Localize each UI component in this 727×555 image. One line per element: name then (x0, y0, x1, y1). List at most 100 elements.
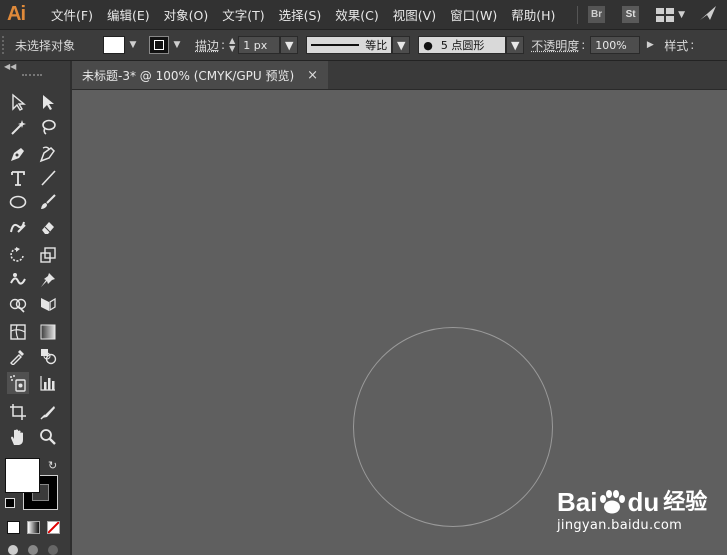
profile-label: 等比 (365, 39, 388, 52)
chevron-down-icon[interactable]: ▼ (125, 37, 141, 53)
selection-tool-icon[interactable] (7, 91, 29, 113)
direct-selection-tool-icon[interactable] (37, 91, 59, 113)
workspace-switcher-button[interactable]: ▼ (656, 7, 685, 22)
ellipse-tool-icon[interactable] (7, 191, 29, 213)
menu-object[interactable]: 对象(O) (157, 5, 216, 24)
selection-status: 未选择对象 (15, 38, 76, 53)
symbol-sprayer-tool-icon[interactable] (7, 372, 29, 394)
ellipse-shape[interactable] (353, 327, 553, 527)
opacity-input[interactable]: 100% (590, 36, 641, 54)
document-tab-title: 未标题-3* @ 100% (CMYK/GPU 预览) (82, 68, 295, 83)
gradient-mode-button[interactable] (27, 521, 40, 534)
style-label: 样式 (664, 38, 689, 53)
document-tab[interactable]: 未标题-3* @ 100% (CMYK/GPU 预览) × (72, 61, 328, 89)
tools-panel: ◀◀ ↻ (0, 61, 72, 555)
brush-label: 5 点圆形 (440, 39, 485, 52)
chevron-down-icon: ▼ (678, 9, 685, 20)
warp-tool-icon[interactable] (7, 269, 29, 291)
menu-effect[interactable]: 效果(C) (328, 5, 385, 24)
scale-tool-icon[interactable] (37, 244, 59, 266)
zoom-tool-icon[interactable] (37, 426, 59, 448)
profile-dropdown[interactable]: ▼ (392, 36, 411, 54)
opacity-label[interactable]: 不透明度 (531, 37, 579, 54)
none-mode-button[interactable] (47, 521, 60, 534)
eyedropper-tool-icon[interactable] (7, 345, 29, 367)
chevron-down-icon[interactable]: ▼ (229, 45, 235, 53)
stroke-weight-input[interactable]: 1 px (238, 36, 281, 54)
brush-definition-select[interactable]: ● 5 点圆形 (418, 36, 507, 54)
draw-normal-icon[interactable] (8, 545, 18, 555)
bridge-button[interactable]: Br (588, 6, 606, 23)
panel-collapse-icon[interactable]: ◀◀ (4, 62, 16, 71)
watermark-product: 经验 (663, 489, 708, 514)
variable-width-profile-select[interactable]: 等比 (306, 36, 393, 54)
paintbrush-tool-icon[interactable] (37, 191, 59, 213)
rotate-tool-icon[interactable] (7, 244, 29, 266)
menu-type[interactable]: 文字(T) (215, 5, 271, 24)
column-graph-tool-icon[interactable] (37, 372, 59, 394)
arrange-documents-icon (656, 7, 675, 22)
send-icon[interactable] (699, 5, 717, 25)
watermark-brand-suffix: du (627, 487, 660, 517)
profile-line-preview (311, 44, 360, 46)
colon: : (221, 38, 226, 52)
shape-builder-tool-icon[interactable] (7, 293, 29, 315)
brush-dot-icon: ● (423, 38, 433, 52)
type-tool-icon[interactable] (7, 167, 29, 189)
stroke-weight-dropdown[interactable]: ▼ (280, 36, 299, 54)
curvature-tool-icon[interactable] (37, 143, 59, 165)
perspective-grid-tool-icon[interactable] (37, 293, 59, 315)
swap-fill-stroke-icon[interactable]: ↻ (48, 459, 57, 472)
draw-inside-icon[interactable] (48, 545, 58, 555)
app-logo: Ai (7, 3, 26, 25)
control-grip[interactable] (2, 36, 9, 54)
colon: : (581, 38, 586, 52)
menu-window[interactable]: 窗口(W) (443, 5, 504, 24)
main-menu: 文件(F) 编辑(E) 对象(O) 文字(T) 选择(S) 效果(C) 视图(V… (44, 5, 562, 24)
menu-view[interactable]: 视图(V) (386, 5, 443, 24)
gradient-tool-icon[interactable] (37, 321, 59, 343)
menu-right-group: Br St ▼ (577, 0, 727, 29)
paw-icon (600, 490, 626, 514)
fill-color-swatch[interactable] (103, 36, 125, 54)
menu-help[interactable]: 帮助(H) (504, 5, 562, 24)
control-bar: 未选择对象 ▼ ▼ 描边 : ▲ ▼ 1 px ▼ 等比 ▼ ● 5 点圆形 ▼… (0, 30, 727, 61)
line-segment-tool-icon[interactable] (37, 167, 59, 189)
colon: : (690, 38, 695, 52)
baidu-watermark: Bai du 经验 jingyan.baidu.com (557, 488, 707, 533)
stroke-label[interactable]: 描边 (195, 37, 219, 54)
hand-tool-icon[interactable] (7, 426, 29, 448)
lasso-tool-icon[interactable] (37, 116, 59, 138)
shaper-tool-icon[interactable] (7, 216, 29, 238)
fill-swatch[interactable] (5, 458, 40, 493)
menu-file[interactable]: 文件(F) (44, 5, 100, 24)
chevron-right-icon[interactable]: ▶ (642, 37, 658, 53)
stroke-weight-stepper[interactable]: ▲ ▼ (229, 37, 235, 53)
brush-dropdown[interactable]: ▼ (506, 36, 525, 54)
blend-tool-icon[interactable] (37, 345, 59, 367)
stock-button[interactable]: St (622, 6, 640, 23)
stroke-color-swatch[interactable] (149, 36, 169, 54)
artboard-canvas[interactable]: Bai du 经验 jingyan.baidu.com (72, 90, 727, 555)
mesh-tool-icon[interactable] (7, 321, 29, 343)
slice-tool-icon[interactable] (37, 401, 59, 423)
eraser-tool-icon[interactable] (37, 216, 59, 238)
separator (577, 5, 579, 24)
close-icon[interactable]: × (307, 68, 318, 83)
artboard-tool-icon[interactable] (7, 401, 29, 423)
default-fill-stroke-icon[interactable] (5, 498, 15, 508)
menu-select[interactable]: 选择(S) (272, 5, 329, 24)
draw-behind-icon[interactable] (28, 545, 38, 555)
watermark-brand: Bai (557, 487, 598, 517)
panel-grip[interactable] (22, 74, 42, 79)
watermark-url: jingyan.baidu.com (557, 518, 683, 533)
color-mode-button[interactable] (7, 521, 20, 534)
menu-bar: Ai 文件(F) 编辑(E) 对象(O) 文字(T) 选择(S) 效果(C) 视… (0, 0, 727, 30)
chevron-down-icon[interactable]: ▼ (169, 37, 185, 53)
none-slash-icon (48, 522, 59, 533)
document-tab-bar: 未标题-3* @ 100% (CMYK/GPU 预览) × (72, 61, 727, 90)
puppet-warp-tool-icon[interactable] (37, 269, 59, 291)
menu-edit[interactable]: 编辑(E) (100, 5, 157, 24)
pen-tool-icon[interactable] (7, 143, 29, 165)
magic-wand-tool-icon[interactable] (7, 116, 29, 138)
